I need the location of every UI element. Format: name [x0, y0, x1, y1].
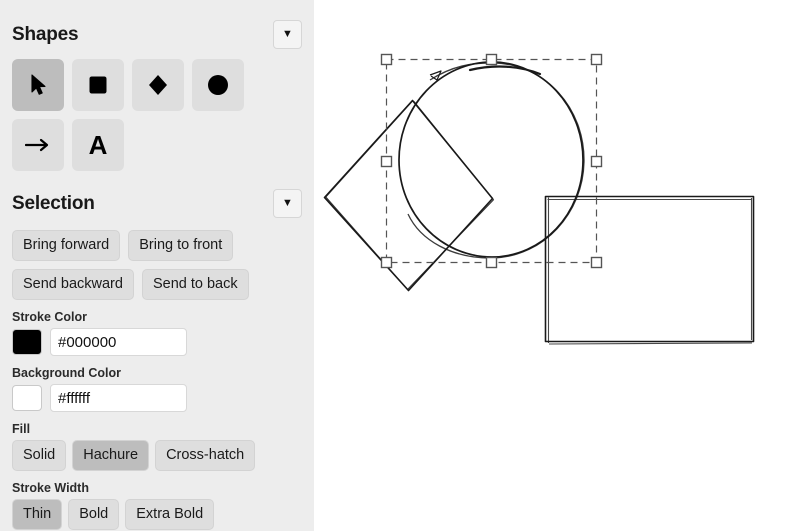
- shapes-panel-header: Shapes ▼: [0, 20, 314, 49]
- handle-middle-left: [380, 155, 393, 168]
- handle-bottom-left: [380, 256, 393, 269]
- background-color-label: Background Color: [12, 366, 122, 380]
- handle-top-center: [485, 53, 498, 66]
- tool-arrow[interactable]: [12, 119, 64, 171]
- drawing-canvas[interactable]: [314, 0, 800, 531]
- selection-handles[interactable]: [380, 53, 603, 269]
- selection-panel-title: Selection: [12, 192, 95, 214]
- stroke-width-option-thin[interactable]: Thin: [12, 499, 63, 530]
- left-sidebar: Shapes ▼ A Selection ▼ Bring forward Bri…: [0, 0, 314, 531]
- layer-actions-row-1: Bring forward Bring to front: [0, 230, 314, 261]
- handle-bottom-right: [590, 256, 603, 269]
- shape-tool-grid: A: [0, 49, 300, 171]
- diamond-icon: [148, 74, 168, 96]
- send-to-back-button[interactable]: Send to back: [141, 269, 249, 300]
- fill-option-cross-hatch[interactable]: Cross-hatch: [155, 440, 256, 471]
- canvas-rectangle-shape[interactable]: [544, 195, 755, 345]
- stroke-color-label: Stroke Color: [12, 310, 88, 324]
- chevron-down-icon: ▼: [282, 28, 293, 40]
- tool-rectangle[interactable]: [72, 59, 124, 111]
- canvas-svg-layer: [323, 53, 755, 345]
- stroke-width-label: Stroke Width: [12, 481, 89, 495]
- selection-bounding-box: [385, 58, 598, 264]
- fill-option-solid[interactable]: Solid: [12, 440, 67, 471]
- background-color-row: [0, 384, 314, 412]
- chevron-down-icon: ▼: [282, 197, 293, 209]
- fill-options-row: Solid Hachure Cross-hatch: [0, 440, 314, 471]
- tool-ellipse[interactable]: [192, 59, 244, 111]
- handle-middle-right: [590, 155, 603, 168]
- tool-text[interactable]: A: [72, 119, 124, 171]
- send-backward-button[interactable]: Send backward: [12, 269, 134, 300]
- fill-label: Fill: [12, 422, 31, 436]
- text-a-icon: A: [88, 130, 108, 160]
- handle-top-right: [590, 53, 603, 66]
- stroke-color-swatch[interactable]: [12, 329, 42, 355]
- circle-icon: [207, 74, 229, 96]
- fill-option-hachure[interactable]: Hachure: [72, 440, 150, 471]
- stroke-color-row: [0, 328, 314, 356]
- tool-diamond[interactable]: [132, 59, 184, 111]
- handle-top-left: [380, 53, 393, 66]
- stroke-width-options-row: Thin Bold Extra Bold: [0, 499, 314, 530]
- arrow-right-icon: [25, 138, 51, 152]
- background-color-swatch[interactable]: [12, 385, 42, 411]
- handle-bottom-center: [485, 256, 498, 269]
- app-root: Shapes ▼ A Selection ▼ Bring forward Bri…: [0, 0, 800, 531]
- layer-actions-row-2: Send backward Send to back: [0, 269, 314, 300]
- selection-panel-header: Selection ▼: [0, 189, 314, 218]
- stroke-color-input[interactable]: [50, 328, 187, 356]
- cursor-arrow-icon: [30, 74, 47, 96]
- bring-to-front-button[interactable]: Bring to front: [128, 230, 234, 261]
- shapes-panel-title: Shapes: [12, 23, 79, 45]
- stroke-width-option-bold[interactable]: Bold: [68, 499, 120, 530]
- shapes-panel-collapse-button[interactable]: ▼: [273, 20, 302, 49]
- square-icon: [88, 75, 108, 95]
- selection-panel-collapse-button[interactable]: ▼: [273, 189, 302, 218]
- stroke-width-option-extra-bold[interactable]: Extra Bold: [125, 499, 215, 530]
- tool-selection[interactable]: [12, 59, 64, 111]
- canvas-ellipse-shape[interactable]: [398, 61, 585, 259]
- background-color-input[interactable]: [50, 384, 187, 412]
- bring-forward-button[interactable]: Bring forward: [12, 230, 121, 261]
